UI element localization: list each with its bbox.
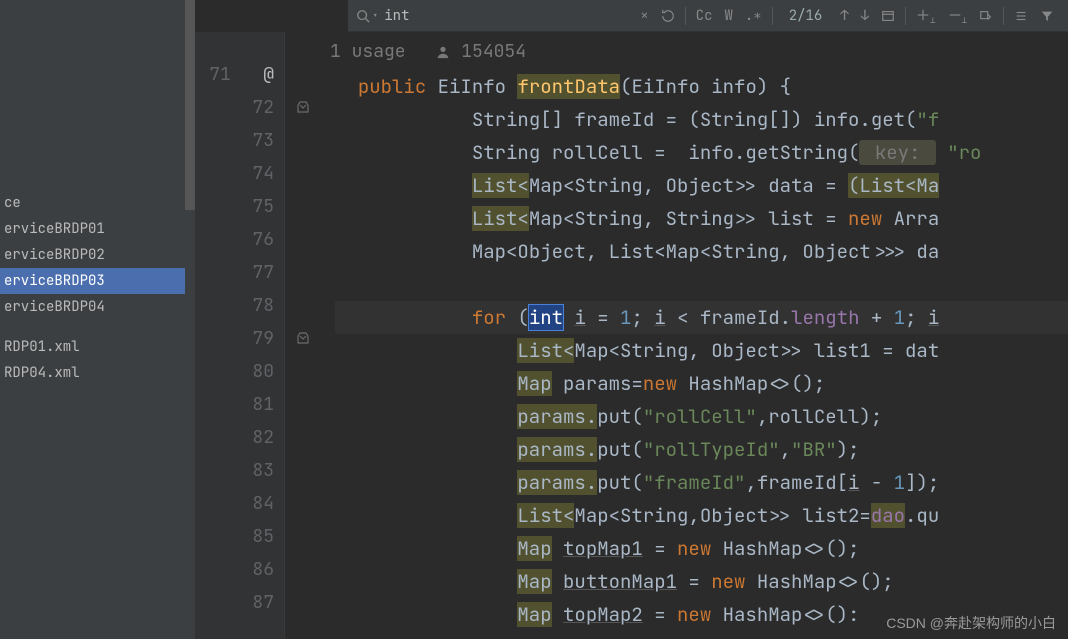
line-number[interactable]: 75 [195, 190, 274, 223]
line-number[interactable]: 77 [195, 256, 274, 289]
line-number[interactable]: 78 [195, 289, 274, 322]
code-line[interactable]: public EiInfo frontData(EiInfo info) { [335, 70, 1068, 103]
find-bar: ▾ × Cc W .∗ 2/16 ↑ ↓ ⟂ ⟂ [348, 0, 1068, 32]
scrollbar-thumb[interactable] [185, 0, 195, 210]
fold-column[interactable] [285, 32, 325, 639]
line-number[interactable]: 84 [195, 487, 274, 520]
line-number[interactable]: 83 [195, 454, 274, 487]
sidebar-item[interactable]: RDP01.xml [0, 334, 194, 360]
code-line[interactable]: List<Map<String, Object>> data = (List<M… [335, 169, 1068, 202]
code-line[interactable]: String rollCell = info.getString( key: "… [335, 136, 1068, 169]
line-number[interactable]: 82 [195, 421, 274, 454]
code-line[interactable]: String[] frameId = (String[]) info.get("… [335, 103, 1068, 136]
code-line[interactable]: List<Map<String, Object>> list1 = dat [335, 334, 1068, 367]
code-line[interactable]: for (int i = 1; i < frameId.length + 1; … [335, 301, 1068, 334]
open-in-editor-icon[interactable] [881, 7, 895, 25]
sidebar-item[interactable]: ce [0, 190, 194, 216]
fold-block-icon[interactable] [295, 329, 311, 346]
select-all-icon[interactable] [979, 7, 993, 25]
prev-match-icon[interactable]: ↑ [840, 7, 848, 25]
code-line[interactable]: params.put("rollCell",rollCell); [335, 400, 1068, 433]
line-number[interactable]: 76 [195, 223, 274, 256]
code-content[interactable]: public EiInfo frontData(EiInfo info) { S… [335, 70, 1068, 639]
code-line[interactable]: List<Map<String,Object>> list2=dao.qu [335, 499, 1068, 532]
line-number[interactable]: 87 [195, 586, 274, 619]
line-number[interactable]: 79 [195, 322, 274, 355]
line-number[interactable]: 71 @ [195, 58, 274, 91]
code-line[interactable]: Map params=new HashMap<>(); [335, 367, 1068, 400]
code-meta: 1 usage 154054 [330, 40, 526, 63]
gutter[interactable]: 71 @72737475767778798081828384858687 [195, 32, 285, 639]
line-number[interactable]: 74 [195, 157, 274, 190]
search-input[interactable] [384, 7, 634, 25]
close-find-icon[interactable]: × [640, 7, 648, 25]
code-line[interactable]: List<Map<String, String>> list = new Arr… [335, 202, 1068, 235]
search-icon[interactable]: ▾ [356, 9, 378, 23]
history-icon[interactable] [661, 7, 675, 25]
remove-selection-icon[interactable]: ⟂ [948, 6, 967, 26]
find-hit-count: 2/16 [789, 7, 823, 25]
line-number[interactable]: 72 [195, 91, 274, 124]
filter-icon[interactable] [1040, 7, 1054, 25]
author-icon [436, 40, 461, 63]
match-case-button[interactable]: Cc [696, 7, 713, 25]
settings-list-icon[interactable] [1014, 7, 1028, 25]
project-sidebar[interactable]: ceerviceBRDP01erviceBRDP02erviceBRDP03er… [0, 0, 195, 639]
sidebar-scrollbar[interactable] [185, 0, 195, 639]
code-line[interactable]: Map topMap1 = new HashMap<>(); [335, 532, 1068, 565]
next-match-icon[interactable]: ↓ [861, 7, 869, 25]
code-line[interactable]: Map<Object, List<Map<String, Object>>> d… [335, 235, 1068, 268]
code-line[interactable]: Map topMap2 = new HashMap<>(): [335, 598, 1068, 631]
words-button[interactable]: W [724, 7, 732, 25]
author-name[interactable]: 154054 [461, 40, 526, 63]
sidebar-item[interactable]: erviceBRDP01 [0, 216, 194, 242]
code-line[interactable]: params.put("frameId",frameId[i - 1]); [335, 466, 1068, 499]
line-number[interactable]: 86 [195, 553, 274, 586]
line-number[interactable]: 81 [195, 388, 274, 421]
sidebar-item[interactable]: erviceBRDP02 [0, 242, 194, 268]
add-selection-icon[interactable]: ⟂ [916, 6, 935, 26]
regex-button[interactable]: .∗ [745, 7, 762, 25]
sidebar-item[interactable]: erviceBRDP04 [0, 294, 194, 320]
code-line[interactable]: params.put("rollTypeId","BR"); [335, 433, 1068, 466]
sidebar-item[interactable]: erviceBRDP03 [0, 268, 194, 294]
line-number[interactable]: 85 [195, 520, 274, 553]
line-number[interactable]: 73 [195, 124, 274, 157]
fold-method-icon[interactable] [295, 98, 311, 115]
usages-count[interactable]: 1 usage [330, 40, 406, 63]
line-number[interactable]: 80 [195, 355, 274, 388]
code-line[interactable] [335, 268, 1068, 301]
code-line[interactable]: Map buttonMap1 = new HashMap<>(); [335, 565, 1068, 598]
sidebar-item[interactable]: RDP04.xml [0, 360, 194, 386]
